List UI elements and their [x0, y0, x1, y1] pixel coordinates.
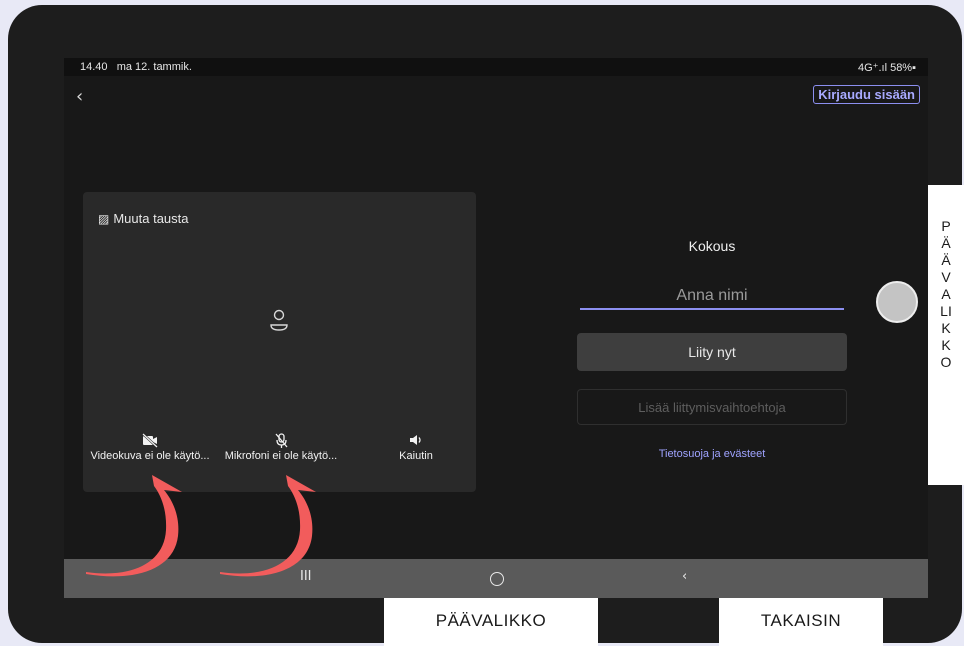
video-off-icon — [142, 433, 158, 448]
change-background-label: Muuta tausta — [113, 211, 189, 226]
app-screen: 14.40 ma 12. tammik. 4G⁺.ıl 58%▪ ‹ Kirja… — [64, 58, 928, 598]
speaker-label: Kaiutin — [399, 450, 433, 462]
main-menu-side-label[interactable]: PÄÄVALIKKO — [928, 185, 964, 485]
mic-off-icon — [275, 433, 288, 448]
video-preview-panel: ▨ Muuta tausta Videokuva ei ole käytö... … — [83, 192, 476, 492]
system-nav-bar: III ‹ — [64, 559, 928, 598]
main-menu-bottom-button[interactable]: PÄÄVALIKKO — [384, 598, 598, 646]
main-menu-side-text: PÄÄVALIKKO — [940, 218, 952, 370]
status-time: 14.40 — [80, 61, 108, 73]
mic-toggle-button[interactable]: Mikrofoni ei ole käytö... — [216, 430, 346, 462]
speaker-icon — [410, 435, 421, 445]
privacy-link[interactable]: Tietosuoja ja evästeet — [604, 448, 820, 460]
meeting-title: Kokous — [688, 238, 736, 254]
status-bar: 14.40 ma 12. tammik. 4G⁺.ıl 58%▪ — [64, 58, 928, 76]
annotation-arrow-mic — [220, 475, 316, 577]
join-now-button[interactable]: Liity nyt — [577, 333, 847, 371]
video-toggle-label: Videokuva ei ole käytö... — [90, 450, 210, 462]
change-background-button[interactable]: ▨ Muuta tausta — [98, 211, 189, 226]
status-date: ma 12. tammik. — [116, 61, 192, 73]
video-toggle-button[interactable]: Videokuva ei ole käytö... — [85, 430, 215, 462]
back-chevron-icon[interactable]: ‹ — [76, 86, 83, 107]
assistive-touch-button[interactable] — [876, 281, 918, 323]
signin-button[interactable]: Kirjaudu sisään — [813, 85, 920, 104]
join-options-button[interactable]: Lisää liittymisvaihtoehtoja — [577, 389, 847, 425]
name-input[interactable] — [580, 284, 844, 310]
back-bottom-button[interactable]: TAKAISIN — [719, 598, 883, 646]
person-avatar-icon — [270, 309, 288, 331]
background-effects-icon: ▨ — [98, 212, 110, 226]
status-indicators: 4G⁺.ıl 58%▪ — [857, 62, 916, 74]
nav-back-button[interactable]: ‹ — [682, 569, 687, 584]
speaker-button[interactable]: Kaiutin — [366, 430, 466, 462]
mic-toggle-label: Mikrofoni ei ole käytö... — [224, 450, 338, 462]
home-button[interactable] — [490, 572, 504, 586]
annotation-arrow-video — [86, 475, 182, 577]
